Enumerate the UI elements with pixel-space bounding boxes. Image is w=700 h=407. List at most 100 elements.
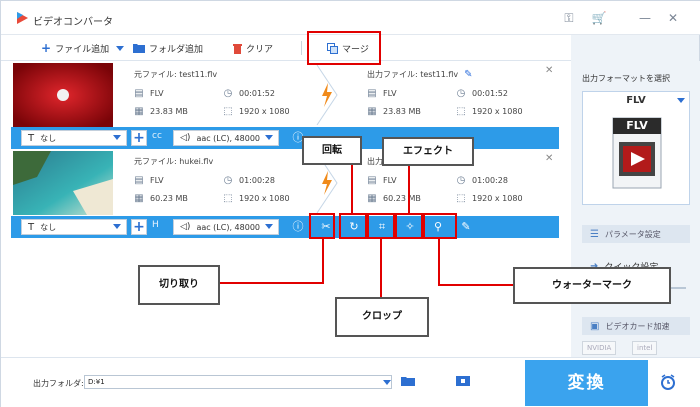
clock-icon: ◷ xyxy=(456,175,466,186)
output-format-selector[interactable]: FLV FLV xyxy=(582,91,690,205)
output-resolution: ⬚ 1920 x 1080 xyxy=(456,193,523,204)
chevron-down-icon[interactable] xyxy=(383,380,391,385)
output-file-label: 出力ファイル: test11.flv ✎ xyxy=(367,69,473,80)
toolbar-divider xyxy=(301,41,302,55)
source-duration: ◷ 01:00:28 xyxy=(223,175,275,186)
file-toolbar: T なし + cc ◁) aac (LC), 48000 ⓘ xyxy=(11,127,559,149)
alarm-clock-icon[interactable] xyxy=(660,374,676,390)
clock-icon: ◷ xyxy=(456,88,466,99)
source-file-label: 元ファイル: test11.flv xyxy=(134,70,218,79)
clear-button[interactable]: クリア xyxy=(233,41,273,55)
file-size-icon: ▦ xyxy=(134,106,144,117)
folder-icon xyxy=(133,44,145,53)
effect-callout: エフェクト xyxy=(382,137,474,166)
video-thumbnail[interactable] xyxy=(13,63,113,127)
open-folder-icon[interactable] xyxy=(456,376,470,386)
source-resolution: ⬚ 1920 x 1080 xyxy=(223,193,290,204)
title-bar: ビデオコンバータ ⚿ 🛒 — ✕ xyxy=(1,1,700,35)
source-duration: ◷ 00:01:52 xyxy=(223,88,275,99)
browse-folder-icon[interactable] xyxy=(401,376,415,386)
output-size: ▦ 60.23 MB xyxy=(367,193,421,204)
format-title: 出力フォーマットを選択 xyxy=(582,74,670,83)
source-file-label: 元ファイル: hukei.flv xyxy=(134,157,214,166)
effect-leader-line xyxy=(408,165,410,215)
subtitle-edit-icon[interactable]: ✎ xyxy=(457,219,475,235)
minimize-icon[interactable]: — xyxy=(637,10,653,26)
video-thumbnail[interactable] xyxy=(13,151,113,215)
edit-icon[interactable]: ✎ xyxy=(464,69,472,80)
rotate-highlight xyxy=(339,213,367,239)
file-size-icon: ▦ xyxy=(367,106,377,117)
format-badge: FLV xyxy=(626,119,648,132)
subtitle-h-icon[interactable]: H xyxy=(152,220,159,230)
film-icon: ▤ xyxy=(367,88,377,99)
audio-track-select[interactable]: ◁) aac (LC), 48000 xyxy=(173,219,279,235)
watermark-leader-line xyxy=(438,284,514,286)
resolution-icon: ⬚ xyxy=(223,193,233,204)
output-duration: ◷ 00:01:52 xyxy=(456,88,508,99)
app-logo-icon xyxy=(17,12,28,24)
film-icon: ▤ xyxy=(134,175,144,186)
effect-highlight xyxy=(395,213,423,239)
file-size-icon: ▦ xyxy=(134,193,144,204)
watermark-highlight xyxy=(423,213,457,239)
cut-highlight xyxy=(309,213,335,239)
info-icon[interactable]: ⓘ xyxy=(289,219,307,235)
intel-badge: intel xyxy=(632,341,658,355)
parameter-settings-button[interactable]: ☰ パラメータ設定 xyxy=(582,225,690,243)
file-row: 元ファイル: hukei.flv ▤ FLV ◷ 01:00:28 ▦ 60.23 M… xyxy=(1,149,571,217)
subtitle-cc-icon[interactable]: cc xyxy=(152,131,162,141)
cut-leader-line xyxy=(322,239,324,283)
chevron-down-icon xyxy=(677,98,685,103)
source-format: ▤ FLV xyxy=(134,88,164,99)
gpu-acceleration-toggle[interactable]: ▣ ビデオカード加速 xyxy=(582,317,690,335)
chevron-down-icon xyxy=(265,135,273,140)
watermark-leader-line xyxy=(438,239,440,285)
close-icon[interactable]: ✕ xyxy=(665,10,681,26)
film-icon: ▤ xyxy=(134,88,144,99)
add-folder-label: フォルダ追加 xyxy=(149,44,204,55)
crop-callout: クロップ xyxy=(335,297,429,337)
film-icon: ▤ xyxy=(367,175,377,186)
cut-leader-line xyxy=(220,282,324,284)
file-size-icon: ▦ xyxy=(367,193,377,204)
add-folder-button[interactable]: フォルダ追加 xyxy=(133,41,203,55)
add-file-dropdown[interactable] xyxy=(116,41,124,55)
app-window: ビデオコンバータ ⚿ 🛒 — ✕ + ファイル追加 フォルダ追加 クリア マージ xyxy=(0,0,700,407)
remove-file-icon[interactable]: ✕ xyxy=(545,153,553,164)
audio-track-select[interactable]: ◁) aac (LC), 48000 xyxy=(173,130,279,146)
subtitle-select[interactable]: T なし xyxy=(21,130,127,146)
remove-file-icon[interactable]: ✕ xyxy=(545,65,553,76)
chevron-down-icon xyxy=(265,224,273,229)
add-file-button[interactable]: + ファイル追加 xyxy=(41,41,109,55)
file-row: 元ファイル: test11.flv ▤ FLV ◷ 00:01:52 ▦ 23.83 … xyxy=(1,61,571,129)
cut-callout: 切り取り xyxy=(138,265,220,305)
nvidia-badge: NVIDIA xyxy=(582,341,617,355)
rotate-leader-line xyxy=(351,163,353,215)
source-size: ▦ 23.83 MB xyxy=(134,106,188,117)
speaker-icon: ◁) xyxy=(180,222,191,232)
output-size: ▦ 23.83 MB xyxy=(367,106,421,117)
source-resolution: ⬚ 1920 x 1080 xyxy=(223,106,290,117)
cart-icon[interactable]: 🛒 xyxy=(591,10,607,26)
chevron-down-icon xyxy=(113,224,121,229)
output-folder-field[interactable]: D:¥1 xyxy=(84,375,392,389)
file-toolbar: T なし + H ◁) aac (LC), 48000 ⓘ ✂ ↻ ⌗ ✧ ⚲ ✎ xyxy=(11,216,559,238)
output-folder-label: 出力フォルダ: xyxy=(33,379,84,388)
crop-leader-line xyxy=(380,239,382,297)
subtitle-select[interactable]: T なし xyxy=(21,219,127,235)
key-icon[interactable]: ⚿ xyxy=(561,10,577,26)
convert-arrow-icon xyxy=(316,65,338,125)
clear-label: クリア xyxy=(246,44,274,55)
settings-sliders-icon: ☰ xyxy=(590,228,599,240)
output-settings-panel: 出力フォーマットを選択 FLV FLV ☰ パラメータ設定 ➜ クイック設定 ▣… xyxy=(572,61,700,357)
watermark-callout: ウォーターマーク xyxy=(513,267,671,304)
trash-icon xyxy=(233,43,242,54)
crop-highlight xyxy=(367,213,395,239)
output-duration: ◷ 01:00:28 xyxy=(456,175,508,186)
chip-icon: ▣ xyxy=(590,320,600,332)
add-subtitle-button[interactable]: + xyxy=(131,219,147,235)
resolution-icon: ⬚ xyxy=(456,193,466,204)
add-subtitle-button[interactable]: + xyxy=(131,130,147,146)
convert-button[interactable]: 変換 xyxy=(525,360,648,406)
